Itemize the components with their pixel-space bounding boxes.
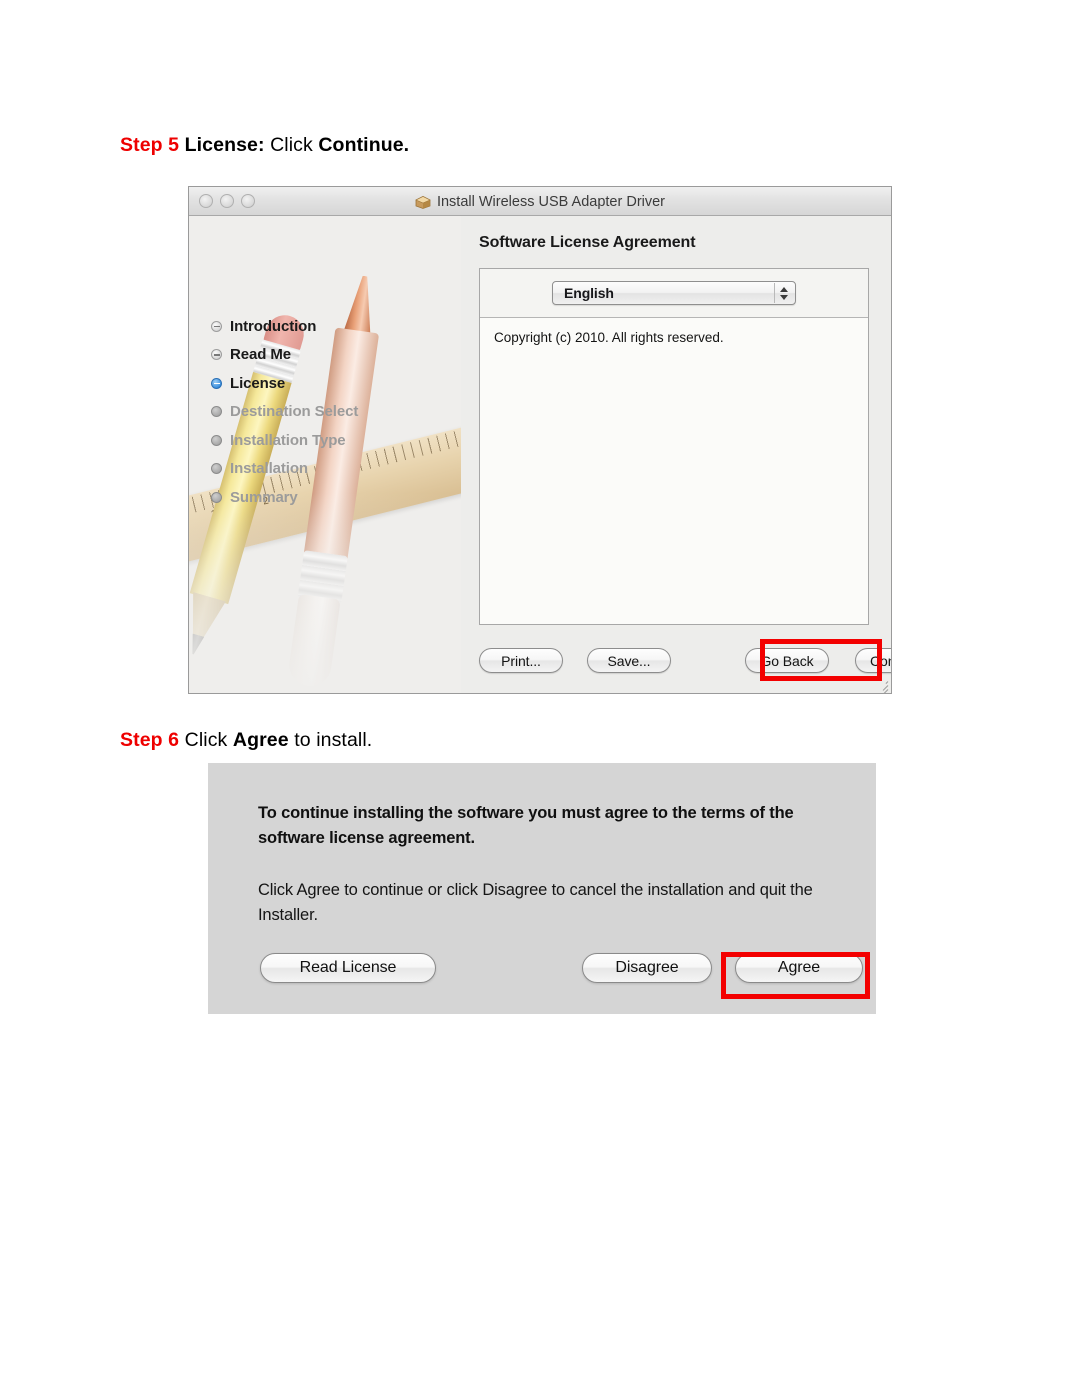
- agree-highlight-box: [721, 952, 870, 999]
- pencil-lead: [189, 633, 204, 656]
- disagree-button[interactable]: Disagree: [582, 953, 712, 983]
- sidebar-item-introduction[interactable]: Introduction: [211, 312, 431, 341]
- sidebar-item-label: Read Me: [230, 346, 291, 364]
- installer-body: 0123 Introduction Read Me License Destin…: [189, 216, 891, 693]
- installer-content-pane: Software License Agreement English Copyr…: [461, 216, 891, 693]
- chevron-down-icon: [779, 294, 788, 300]
- sidebar-item-label: Destination Select: [230, 403, 359, 421]
- installer-window: Install Wireless USB Adapter Driver 0123: [188, 186, 892, 694]
- dialog-message-group: To continue installing the software you …: [258, 801, 842, 928]
- step-6-number: Step 6: [120, 729, 180, 751]
- window-title-text: Install Wireless USB Adapter Driver: [436, 193, 666, 210]
- pen-cap: [286, 593, 341, 689]
- installer-step-list: Introduction Read Me License Destination…: [211, 312, 431, 512]
- sidebar-item-license[interactable]: License: [211, 369, 431, 398]
- step-5-bold-continue: Continue.: [318, 134, 410, 156]
- license-copyright-text: Copyright (c) 2010. All rights reserved.: [494, 330, 724, 345]
- language-select-value: English: [564, 285, 614, 301]
- sidebar-item-label: Installation Type: [230, 431, 346, 449]
- step-status-icon: [211, 406, 222, 418]
- sidebar-item-installation-type: Installation Type: [211, 426, 431, 455]
- step-5-mid-text: Click: [264, 134, 319, 156]
- step-status-icon: [211, 463, 222, 475]
- step-6-mid-text-2: to install.: [288, 729, 373, 751]
- step-status-icon: [211, 434, 222, 446]
- license-text-area[interactable]: Copyright (c) 2010. All rights reserved.: [480, 318, 868, 624]
- sidebar-item-installation: Installation: [211, 455, 431, 484]
- package-icon: [415, 195, 431, 209]
- sidebar-item-label: Summary: [230, 488, 298, 506]
- sidebar-item-summary: Summary: [211, 483, 431, 512]
- step-status-icon: [211, 349, 222, 361]
- language-row: English: [480, 269, 868, 318]
- step-6-heading: Step 6 Click Agree to install.: [120, 729, 372, 752]
- sidebar-item-destination-select: Destination Select: [211, 398, 431, 427]
- step-status-icon: [211, 491, 222, 503]
- step-status-icon: [211, 377, 222, 389]
- save-button[interactable]: Save...: [587, 648, 671, 673]
- sidebar-item-label: License: [230, 374, 286, 392]
- continue-highlight-box: [760, 639, 882, 681]
- dialog-secondary-message: Click Agree to continue or click Disagre…: [258, 881, 813, 924]
- step-status-icon: [211, 320, 222, 332]
- sidebar-item-label: Introduction: [230, 317, 317, 335]
- chevron-up-icon: [779, 286, 788, 292]
- window-title-group: Install Wireless USB Adapter Driver: [189, 191, 891, 212]
- chevron-updown-icon[interactable]: [774, 283, 792, 303]
- license-panel: English Copyright (c) 2010. All rights r…: [479, 268, 869, 625]
- language-select[interactable]: English: [552, 281, 796, 305]
- read-license-button[interactable]: Read License: [260, 953, 436, 983]
- sidebar-item-label: Installation: [230, 460, 308, 478]
- step-6-mid-text-1: Click: [179, 729, 233, 751]
- sidebar-item-read-me[interactable]: Read Me: [211, 341, 431, 370]
- pane-title: Software License Agreement: [479, 234, 696, 251]
- print-button[interactable]: Print...: [479, 648, 563, 673]
- dialog-primary-message: To continue installing the software you …: [258, 804, 794, 847]
- step-5-number: Step 5: [120, 134, 180, 156]
- window-titlebar: Install Wireless USB Adapter Driver: [189, 187, 891, 216]
- step-6-bold-agree: Agree: [232, 729, 289, 751]
- step-5-bold-license: License:: [184, 134, 265, 156]
- step-5-heading: Step 5 License: Click Continue.: [120, 134, 409, 157]
